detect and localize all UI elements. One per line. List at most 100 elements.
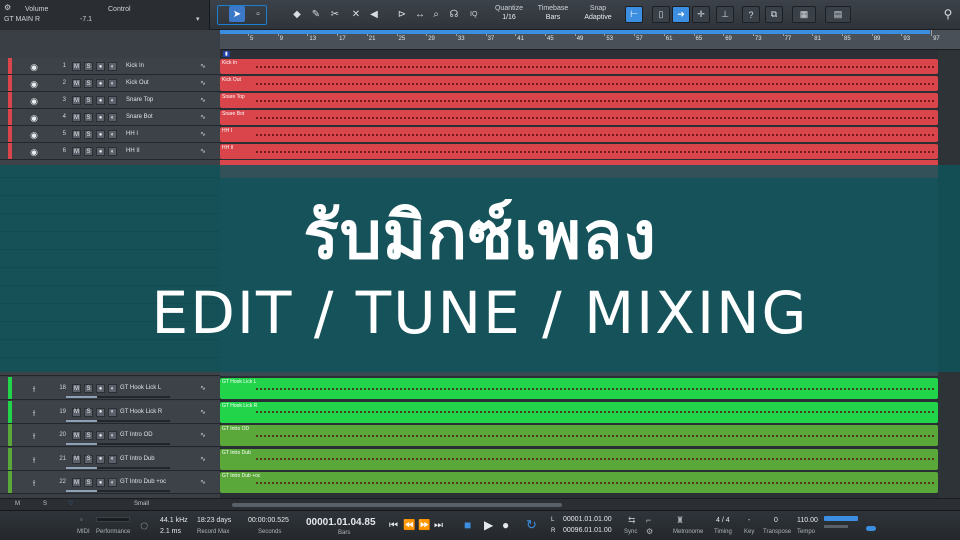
precount-icon[interactable]: ⌐ bbox=[646, 515, 651, 525]
solo-button[interactable]: S bbox=[84, 79, 93, 88]
record-arm-icon[interactable]: ● bbox=[96, 96, 105, 105]
mute-button[interactable]: M bbox=[72, 478, 81, 487]
track-name[interactable]: Kick In bbox=[126, 63, 144, 69]
snap-select[interactable]: Snap Adaptive bbox=[580, 4, 616, 22]
arrow-tool-icon[interactable]: ➤ bbox=[229, 6, 245, 22]
audio-clip[interactable]: Snare Bot bbox=[220, 110, 938, 125]
track-lane[interactable]: GT Hook Lick L bbox=[220, 377, 938, 400]
edit-icon[interactable]: ⧉ bbox=[765, 6, 783, 23]
track-volume-fader[interactable] bbox=[66, 443, 170, 445]
solo-button[interactable]: S bbox=[84, 147, 93, 156]
seconds-label[interactable]: Seconds bbox=[258, 529, 281, 535]
monitor-icon[interactable]: ◐ bbox=[108, 130, 117, 139]
fast-forward-icon[interactable]: ⏩ bbox=[418, 520, 430, 531]
autoscroll-icon[interactable]: ➜ bbox=[672, 6, 690, 23]
click-settings-icon[interactable]: ⚙ bbox=[646, 527, 653, 536]
heart-icon[interactable]: ♡ bbox=[68, 500, 73, 507]
monitor-icon[interactable]: ◐ bbox=[108, 62, 117, 71]
track-name[interactable]: GT Intro OD bbox=[120, 432, 153, 438]
align-icon[interactable]: ⊥ bbox=[716, 6, 734, 23]
mute-button[interactable]: M bbox=[72, 96, 81, 105]
chevron-down-icon[interactable]: ▾ bbox=[196, 15, 200, 23]
horizontal-scrollbar[interactable] bbox=[232, 503, 562, 507]
mute-button[interactable]: M bbox=[72, 130, 81, 139]
layout-icon[interactable]: ▤ bbox=[825, 6, 851, 23]
solo-button[interactable]: S bbox=[84, 384, 93, 393]
record-icon[interactable]: ● bbox=[502, 518, 509, 532]
track-lane[interactable]: Kick In bbox=[220, 58, 938, 75]
track-name[interactable]: HH II bbox=[126, 148, 140, 154]
speaker-icon[interactable]: ◀ bbox=[366, 6, 382, 22]
track-name[interactable]: HH I bbox=[126, 131, 138, 137]
record-arm-icon[interactable]: ● bbox=[96, 384, 105, 393]
solo-button[interactable]: S bbox=[84, 113, 93, 122]
solo-button[interactable]: S bbox=[84, 62, 93, 71]
pencil-icon[interactable]: ✎ bbox=[308, 6, 324, 22]
bottom-m-button[interactable]: M bbox=[15, 501, 20, 507]
zoom-icon[interactable]: ⌕ bbox=[428, 6, 444, 22]
stop-icon[interactable]: ■ bbox=[464, 518, 471, 532]
stretch-icon[interactable]: ↔ bbox=[412, 6, 428, 22]
track-lane[interactable]: HH II bbox=[220, 143, 938, 160]
track-color-strip[interactable] bbox=[8, 377, 12, 399]
solo-button[interactable]: S bbox=[84, 96, 93, 105]
track-name[interactable]: Snare Bot bbox=[126, 114, 153, 120]
mute-button[interactable]: M bbox=[72, 113, 81, 122]
audio-clip[interactable]: Kick In bbox=[220, 59, 938, 74]
range-tool-icon[interactable]: ▫ bbox=[250, 6, 266, 22]
track-header[interactable]: ⟊ 19 M S ● ◐ GT Hook Lick R ∿ bbox=[0, 400, 220, 424]
track-header[interactable]: ◉ 2 M S ● ◐ Kick Out ∿ bbox=[0, 75, 220, 92]
record-arm-icon[interactable]: ● bbox=[96, 431, 105, 440]
track-header[interactable]: ◉ 4 M S ● ◐ Snare Bot ∿ bbox=[0, 109, 220, 126]
track-name[interactable]: GT Hook Lick L bbox=[120, 385, 161, 391]
record-arm-icon[interactable]: ● bbox=[96, 130, 105, 139]
mute-button[interactable]: M bbox=[72, 147, 81, 156]
track-color-strip[interactable] bbox=[8, 75, 12, 91]
track-name[interactable]: Kick Out bbox=[126, 80, 149, 86]
monitor-icon[interactable]: ◐ bbox=[108, 384, 117, 393]
eraser-icon[interactable]: ◆ bbox=[289, 6, 305, 22]
start-marker[interactable]: ▮ bbox=[223, 51, 230, 57]
record-arm-icon[interactable]: ● bbox=[96, 147, 105, 156]
audio-clip[interactable]: GT Hook Lick R bbox=[220, 401, 938, 423]
timebase-select[interactable]: Timebase Bars bbox=[537, 4, 569, 22]
track-name[interactable]: GT Intro Dub bbox=[120, 456, 155, 462]
record-arm-icon[interactable]: ● bbox=[96, 407, 105, 417]
audio-clip[interactable]: Snare Top bbox=[220, 93, 938, 108]
track-lane[interactable]: Kick Out bbox=[220, 75, 938, 92]
mute-button[interactable]: M bbox=[72, 407, 81, 417]
settings-icon[interactable]: ⚙ bbox=[4, 3, 11, 12]
play-icon[interactable]: ▶ bbox=[484, 518, 493, 532]
track-header[interactable]: ⟊ 22 M S ● ◐ GT Intro Dub +oc ∿ bbox=[0, 471, 220, 494]
mute-tool-icon[interactable]: ✕ bbox=[348, 6, 364, 22]
key-value[interactable]: - bbox=[748, 517, 750, 524]
record-arm-icon[interactable]: ● bbox=[96, 454, 105, 464]
crosshair-icon[interactable]: ✛ bbox=[692, 6, 710, 23]
record-arm-icon[interactable]: ● bbox=[96, 113, 105, 122]
monitor-icon[interactable]: ◐ bbox=[108, 79, 117, 88]
tempo-value[interactable]: 110.00 bbox=[797, 517, 818, 524]
track-header[interactable]: ⟊ 18 M S ● ◐ GT Hook Lick L ∿ bbox=[0, 377, 220, 400]
follow-icon[interactable]: ▯ bbox=[652, 6, 670, 23]
loop-start[interactable]: 00001.01.01.00 bbox=[563, 516, 612, 523]
record-arm-icon[interactable]: ● bbox=[96, 478, 105, 487]
track-color-strip[interactable] bbox=[8, 143, 12, 159]
track-lane[interactable]: HH I bbox=[220, 126, 938, 143]
track-color-strip[interactable] bbox=[8, 92, 12, 108]
output-volume-slider[interactable] bbox=[824, 525, 848, 528]
track-volume-fader[interactable] bbox=[66, 419, 170, 422]
track-color-strip[interactable] bbox=[8, 400, 12, 423]
mute-button[interactable]: M bbox=[72, 62, 81, 71]
split-icon[interactable]: ✂ bbox=[327, 6, 343, 22]
record-arm-icon[interactable]: ● bbox=[96, 79, 105, 88]
track-name[interactable]: Snare Top bbox=[126, 97, 153, 103]
bars-label[interactable]: Bars bbox=[338, 530, 350, 536]
mute-button[interactable]: M bbox=[72, 384, 81, 393]
solo-button[interactable]: S bbox=[84, 478, 93, 487]
audio-clip[interactable]: GT Intro OD bbox=[220, 425, 938, 446]
track-lane[interactable]: Snare Top bbox=[220, 92, 938, 109]
audio-clip[interactable]: GT Intro Dub bbox=[220, 448, 938, 470]
audio-clip[interactable]: HH I bbox=[220, 127, 938, 142]
monitor-icon[interactable]: ◐ bbox=[108, 454, 117, 464]
snap-toggle-icon[interactable]: ⊢ bbox=[625, 6, 643, 23]
